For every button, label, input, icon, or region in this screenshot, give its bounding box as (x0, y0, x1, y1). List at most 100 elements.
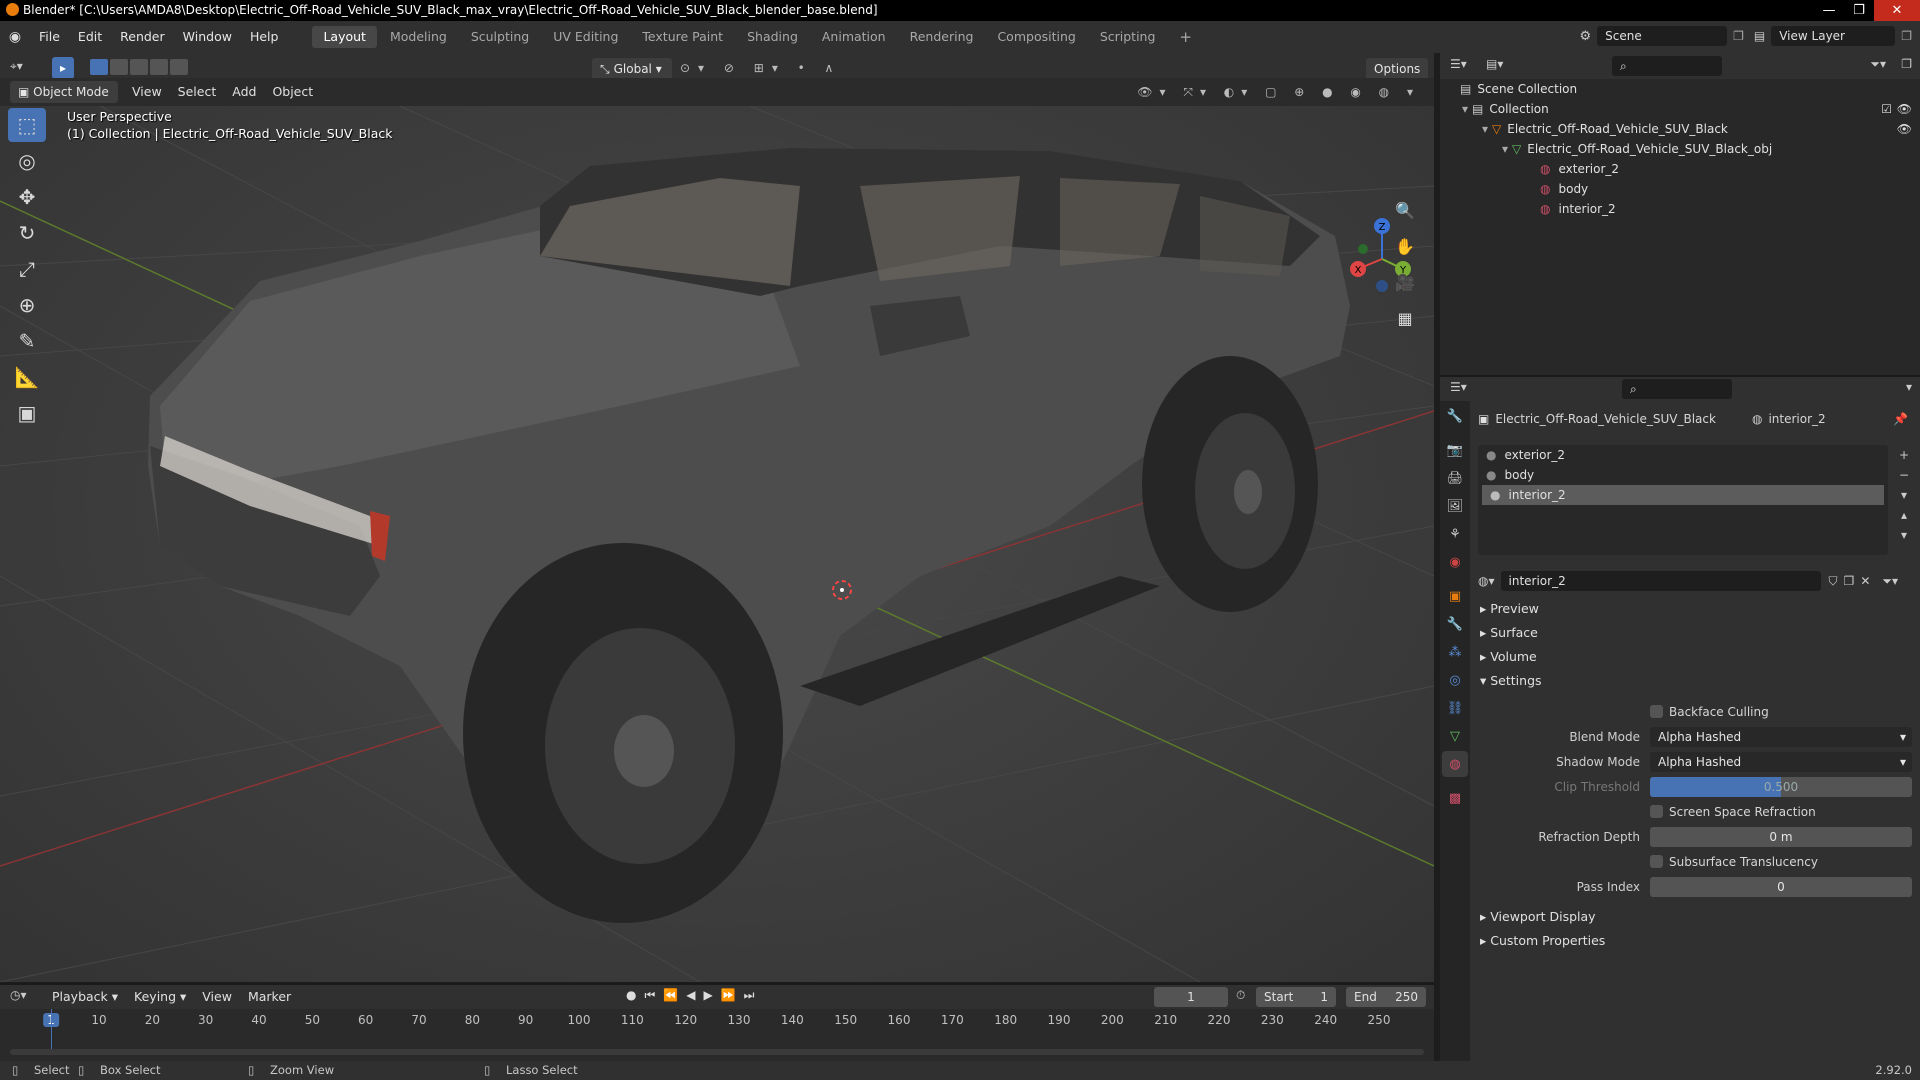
workspace-tab-shading[interactable]: Shading (736, 26, 809, 48)
particles-tab-icon[interactable]: ⁂ (1442, 639, 1468, 665)
backface-culling-checkbox[interactable] (1650, 705, 1663, 718)
subsurface-checkbox[interactable] (1650, 855, 1663, 868)
panel-volume[interactable]: ▸ Volume (1470, 645, 1920, 669)
workspace-tab-compositing[interactable]: Compositing (986, 26, 1086, 48)
visibility-eye-icon[interactable]: 👁 (1897, 99, 1912, 119)
world-tab-icon[interactable]: ◉ (1442, 549, 1468, 575)
ssr-checkbox[interactable] (1650, 805, 1663, 818)
timeline-area[interactable]: 1102030405060708090100110120130140150160… (0, 1009, 1434, 1063)
select-tool-icon[interactable]: ▸ (52, 57, 74, 79)
material-slot-body[interactable]: ● body (1478, 465, 1888, 485)
outliner-row-material-body[interactable]: ◍ body (1440, 179, 1920, 199)
constraints-tab-icon[interactable]: ⛓ (1442, 695, 1468, 721)
visibility-eye-icon[interactable]: 👁 (1897, 119, 1912, 139)
object-tab-icon[interactable]: ▣ (1442, 583, 1468, 609)
object-mode-dropdown[interactable]: ▣ Object Mode ▾ (10, 81, 118, 121)
outliner-row-material-exterior[interactable]: ◍ exterior_2 (1440, 159, 1920, 179)
unlink-material-icon[interactable]: ✕ (1860, 574, 1870, 588)
annotate-tool-icon[interactable]: ✎ (8, 324, 46, 358)
add-slot-button[interactable]: + (1894, 445, 1914, 465)
filter-icon[interactable]: ⏷▾ (1870, 57, 1886, 72)
perspective-grid-icon[interactable]: ▦ (1390, 303, 1420, 333)
output-tab-icon[interactable]: 🖨 (1442, 465, 1468, 491)
refraction-depth-field[interactable]: 0 m (1650, 826, 1912, 847)
view-layer-field[interactable]: View Layer (1771, 26, 1896, 46)
add-workspace-button[interactable]: + (1168, 26, 1203, 48)
add-cube-tool-icon[interactable]: ▣ (8, 396, 46, 430)
workspace-tab-rendering[interactable]: Rendering (899, 26, 985, 48)
workspace-tab-animation[interactable]: Animation (811, 26, 897, 48)
menu-help[interactable]: Help (241, 21, 288, 53)
pass-index-field[interactable]: 0 (1650, 876, 1912, 897)
timeline-menu-playback[interactable]: Playback ▾ (44, 985, 126, 1009)
properties-editor-type-icon[interactable]: ☰▾ (1450, 380, 1467, 394)
mesh-data-tab-icon[interactable]: ▽ (1442, 723, 1468, 749)
close-button[interactable]: ✕ (1874, 0, 1920, 21)
snapping-icons[interactable]: ⊙▾ ⊘ ⊞▾ • ∧ (680, 61, 841, 75)
modifier-tab-icon[interactable]: 🔧 (1442, 611, 1468, 637)
new-collection-icon[interactable]: ❐ (1901, 57, 1912, 71)
zoom-icon[interactable]: 🔍 (1390, 195, 1420, 225)
outliner-row-mesh-object[interactable]: ▾ ▽ Electric_Off-Road_Vehicle_SUV_Black_ob… (1440, 139, 1920, 159)
material-browse-icon[interactable]: ◍▾ (1478, 574, 1495, 588)
menu-edit[interactable]: Edit (69, 21, 111, 53)
blend-mode-dropdown[interactable]: Alpha Hashed ▾ (1650, 726, 1912, 747)
transform-orientation-dropdown[interactable]: ⤡ Global ▾ (592, 58, 672, 80)
select-extend-icon[interactable] (110, 59, 128, 75)
duplicate-material-icon[interactable]: ❐ (1844, 574, 1855, 588)
display-mode-icon[interactable]: ▤▾ (1486, 57, 1503, 71)
blender-menu-icon[interactable]: ◉ (0, 29, 30, 45)
new-scene-icon[interactable]: ❐ (1733, 29, 1744, 43)
select-subtract-icon[interactable] (130, 59, 148, 75)
move-slot-up-icon[interactable]: ▴ (1894, 505, 1914, 525)
outliner-row-collection[interactable]: ▾ ▤ Collection ☑ 👁 (1440, 99, 1920, 119)
outliner-row-empty-object[interactable]: ▾ ▽ Electric_Off-Road_Vehicle_SUV_Black 👁 (1440, 119, 1920, 139)
exclude-checkbox-icon[interactable]: ☑ (1881, 99, 1892, 119)
editor-type-icon[interactable]: ⌖▾ (10, 59, 23, 74)
timeline-editor-type-icon[interactable]: ◷▾ (10, 988, 27, 1002)
view-layer-tab-icon[interactable]: 🖼 (1442, 493, 1468, 519)
play-icon[interactable]: ▶ (703, 988, 720, 1002)
maximize-button[interactable]: ❐ (1844, 0, 1874, 21)
render-tab-icon[interactable]: 📷 (1442, 437, 1468, 463)
material-tab-icon[interactable]: ◍ (1442, 751, 1468, 777)
timeline-menu-view[interactable]: View (194, 985, 240, 1009)
workspace-tab-sculpting[interactable]: Sculpting (460, 26, 540, 48)
shadow-mode-dropdown[interactable]: Alpha Hashed ▾ (1650, 751, 1912, 772)
pan-hand-icon[interactable]: ✋ (1390, 231, 1420, 261)
workspace-tab-layout[interactable]: Layout (312, 26, 377, 48)
move-tool-icon[interactable]: ✥ (8, 180, 46, 214)
node-filter-icon[interactable]: ⏷▾ (1882, 574, 1898, 589)
clip-threshold-slider[interactable]: 0.500 (1650, 776, 1912, 797)
pin-icon[interactable]: 📌 (1893, 412, 1908, 426)
panel-settings[interactable]: ▾ Settings (1470, 669, 1920, 693)
play-reverse-icon[interactable]: ◀ (686, 988, 703, 1002)
properties-search-input[interactable]: ⌕ (1622, 379, 1732, 399)
panel-viewport-display[interactable]: ▸ Viewport Display (1470, 905, 1920, 929)
outliner-row-material-interior[interactable]: ◍ interior_2 (1440, 199, 1920, 219)
outliner-editor-type-icon[interactable]: ☰▾ (1450, 57, 1467, 71)
remove-slot-button[interactable]: − (1894, 465, 1914, 485)
jump-start-icon[interactable]: ⏮ (644, 988, 663, 1002)
menu-window[interactable]: Window (174, 21, 241, 53)
slot-specials-icon[interactable]: ▾ (1894, 485, 1914, 505)
rotate-tool-icon[interactable]: ↻ (8, 216, 46, 250)
tool-tab-icon[interactable]: 🔧 (1442, 403, 1468, 429)
workspace-tab-modeling[interactable]: Modeling (379, 26, 458, 48)
properties-options-icon[interactable]: ▾ (1906, 380, 1912, 394)
current-frame-field[interactable]: 1 (1154, 987, 1228, 1007)
select-intersect-icon[interactable] (170, 59, 188, 75)
stopwatch-icon[interactable]: ⏱ (1236, 988, 1245, 1003)
panel-surface[interactable]: ▸ Surface (1470, 621, 1920, 645)
outliner-scene-collection[interactable]: ▤ Scene Collection (1440, 79, 1920, 99)
select-new-icon[interactable] (90, 59, 108, 75)
viewport-menu-select[interactable]: Select (170, 80, 225, 104)
prev-keyframe-icon[interactable]: ⏪ (663, 988, 686, 1002)
material-name-field[interactable]: interior_2 (1500, 571, 1821, 591)
menu-file[interactable]: File (30, 21, 69, 53)
physics-tab-icon[interactable]: ◎ (1442, 667, 1468, 693)
viewport-menu-object[interactable]: Object (264, 80, 321, 104)
new-view-layer-icon[interactable]: ❐ (1901, 29, 1912, 43)
timeline-scrollbar[interactable] (10, 1049, 1424, 1055)
fake-user-shield-icon[interactable]: ⛉ (1829, 574, 1838, 589)
